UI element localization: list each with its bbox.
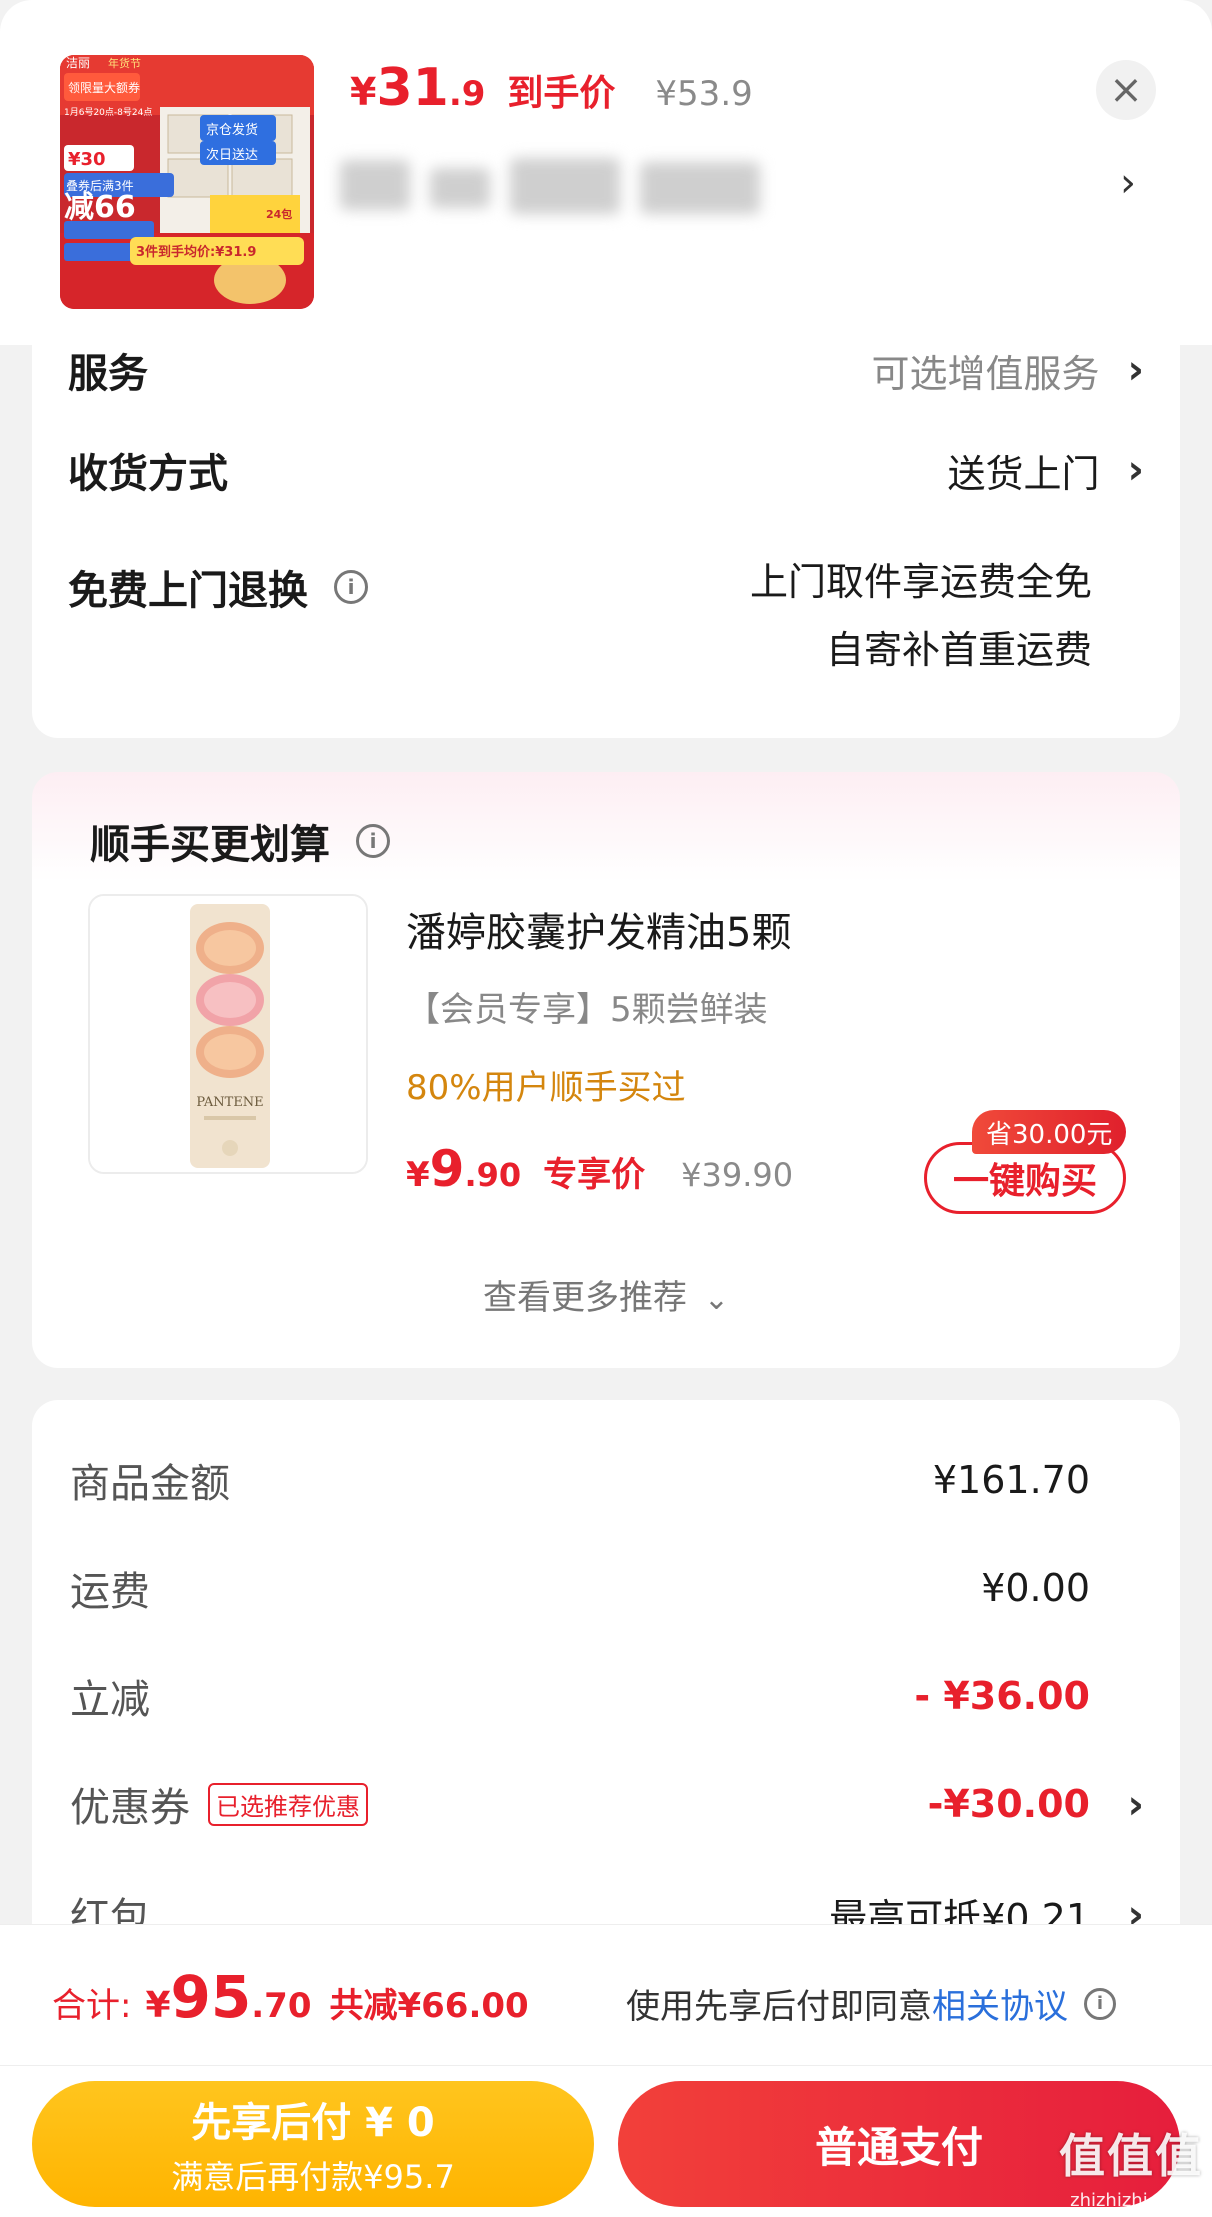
pay-later-subtitle: 满意后再付款¥95.7 bbox=[171, 2158, 455, 2196]
coupon-selected-chip: 已选推荐优惠 bbox=[208, 1782, 368, 1826]
total-currency: ¥ bbox=[145, 1985, 171, 2026]
price-integer: 31 bbox=[376, 58, 449, 118]
chevron-right-icon: › bbox=[1127, 347, 1144, 393]
service-value-text: 可选增值服务 bbox=[871, 351, 1100, 396]
thumb-reduce: 减66 bbox=[64, 190, 136, 225]
thumb-coupon: ¥30 bbox=[68, 149, 106, 170]
combo-product-tag: 【会员专享】5颗尝鲜装 bbox=[406, 990, 768, 1030]
pay-later-button[interactable]: 先享后付 ¥ 0 满意后再付款¥95.7 bbox=[32, 2081, 594, 2207]
spec-chevron-right-icon[interactable]: › bbox=[1120, 160, 1136, 206]
product-sheet: 洁丽 年货节 领限量大额券 1月6号20点-8号24点 ¥30 叠券后满3件 减… bbox=[0, 0, 1212, 345]
coupon-label-wrap: 优惠券 已选推荐优惠 bbox=[70, 1775, 368, 1833]
total-amount: 合计: ¥ 95 .70 共减¥66.00 bbox=[52, 1963, 529, 2031]
combo-title-text: 顺手买更划算 bbox=[90, 822, 330, 868]
combo-price-label: 专享价 bbox=[543, 1155, 646, 1195]
free-return-line2: 自寄补首重运费 bbox=[825, 628, 1092, 672]
checkout-bar: 合计: ¥ 95 .70 共减¥66.00 使用先享后付即同意 相关协议 i 先… bbox=[0, 1924, 1212, 2217]
product-price: ¥ 31 .9 到手价 ¥53.9 bbox=[350, 58, 753, 118]
site-watermark: 值值值 zhizhizhi.com bbox=[1056, 2120, 1206, 2211]
product-thumbnail[interactable]: 洁丽 年货节 领限量大额券 1月6号20点-8号24点 ¥30 叠券后满3件 减… bbox=[60, 55, 314, 309]
combo-title: 顺手买更划算 i bbox=[90, 812, 390, 870]
watermark-sub: zhizhizhi.com bbox=[1070, 2190, 1192, 2211]
service-label: 服务 bbox=[68, 351, 148, 397]
price-label: 到手价 bbox=[507, 73, 616, 114]
free-return-label: 免费上门退换 bbox=[68, 568, 308, 614]
thumb-jd-ship: 京仓发货 bbox=[206, 122, 258, 138]
pantene-brand: PANTENE bbox=[196, 1095, 263, 1110]
thumb-brand: 洁丽 bbox=[66, 56, 90, 70]
coupon-label: 优惠券 bbox=[70, 1785, 190, 1831]
delivery-method-label: 收货方式 bbox=[68, 451, 228, 497]
pantene-product-image: PANTENE bbox=[90, 896, 366, 1172]
total-integer: 95 bbox=[170, 1963, 252, 2031]
close-icon: × bbox=[1109, 67, 1143, 113]
price-decimal: .9 bbox=[448, 74, 486, 114]
free-return-label-wrap: 免费上门退换 i bbox=[68, 558, 368, 616]
total-label: 合计: bbox=[52, 1986, 132, 2026]
combo-card: 顺手买更划算 i PANTENE 潘婷胶囊护发精油5颗 【会员专享】5颗尝鲜装 … bbox=[32, 772, 1180, 1368]
agreement-text: 使用先享后付即同意 bbox=[626, 1987, 932, 2027]
combo-product-popularity: 80%用户顺手买过 bbox=[406, 1068, 686, 1108]
divider bbox=[0, 2065, 1212, 2066]
chevron-right-icon: › bbox=[1127, 447, 1144, 493]
agreement-line: 使用先享后付即同意 相关协议 i bbox=[626, 1979, 1116, 2028]
combo-original-price: ¥39.90 bbox=[681, 1156, 794, 1194]
delivery-method-text: 送货上门 bbox=[947, 451, 1100, 496]
combo-product-name[interactable]: 潘婷胶囊护发精油5颗 bbox=[406, 900, 791, 958]
service-row[interactable]: 服务 可选增值服务 › bbox=[68, 330, 1144, 410]
pay-later-title: 先享后付 ¥ 0 bbox=[191, 2100, 435, 2146]
combo-price-decimal: .90 bbox=[464, 1156, 522, 1194]
original-price: ¥53.9 bbox=[655, 74, 753, 114]
delivery-method-value: 送货上门 › bbox=[948, 443, 1145, 498]
shipping-value: ¥0.00 bbox=[981, 1566, 1090, 1610]
coupon-chevron-right-icon[interactable]: › bbox=[1128, 1782, 1144, 1828]
thumb-badge-top: 年货节 bbox=[108, 56, 141, 70]
thumb-next-day: 次日送达 bbox=[206, 147, 258, 163]
combo-price-currency: ¥ bbox=[406, 1155, 430, 1195]
thumb-promo-dates: 1月6号20点-8号24点 bbox=[64, 107, 152, 118]
free-return-line1: 上门取件享运费全免 bbox=[749, 560, 1092, 604]
combo-product-image[interactable]: PANTENE bbox=[88, 894, 368, 1174]
chevron-down-icon: ⌄ bbox=[703, 1282, 729, 1317]
goods-amount-value: ¥161.70 bbox=[932, 1458, 1090, 1502]
info-icon[interactable]: i bbox=[334, 570, 368, 604]
goods-amount-label: 商品金额 bbox=[70, 1461, 230, 1507]
summary-row-shipping: 运费 ¥0.00 bbox=[70, 1548, 1090, 1628]
thumb-bundle: 3件到手均价:¥31.9 bbox=[136, 244, 256, 260]
free-return-value: 上门取件享运费全免 自寄补首重运费 bbox=[750, 548, 1092, 684]
service-value: 可选增值服务 › bbox=[872, 343, 1145, 398]
free-return-row: 免费上门退换 i 上门取件享运费全免 自寄补首重运费 bbox=[68, 548, 1144, 698]
watermark-main: 值值值 bbox=[1059, 2129, 1203, 2183]
more-recommendations-text: 查看更多推荐 bbox=[483, 1278, 688, 1318]
agreement-link[interactable]: 相关协议 bbox=[932, 1979, 1068, 2028]
instant-discount-label: 立减 bbox=[70, 1677, 150, 1723]
total-decimal: .70 bbox=[251, 1986, 312, 2026]
save-badge: 省30.00元 bbox=[972, 1110, 1127, 1154]
instant-discount-value: - ¥36.00 bbox=[914, 1674, 1090, 1718]
thumb-count: 24包 bbox=[266, 207, 292, 221]
shipping-label: 运费 bbox=[70, 1569, 150, 1615]
more-recommendations-link[interactable]: 查看更多推荐 ⌄ bbox=[32, 1270, 1180, 1319]
combo-product-price: ¥ 9 .90 专享价 ¥39.90 bbox=[406, 1140, 793, 1198]
close-button[interactable]: × bbox=[1096, 60, 1156, 120]
price-currency: ¥ bbox=[350, 70, 377, 114]
total-saved: 共减¥66.00 bbox=[329, 1986, 529, 2026]
product-thumbnail-image: 洁丽 年货节 领限量大额券 1月6号20点-8号24点 ¥30 叠券后满3件 减… bbox=[60, 55, 314, 309]
info-icon[interactable]: i bbox=[1084, 1987, 1116, 2020]
summary-row-goods-amount: 商品金额 ¥161.70 bbox=[70, 1440, 1090, 1520]
info-icon[interactable]: i bbox=[356, 824, 390, 858]
thumb-promo1: 领限量大额券 bbox=[68, 80, 140, 95]
summary-row-instant-discount: 立减 - ¥36.00 bbox=[70, 1656, 1090, 1736]
delivery-method-row[interactable]: 收货方式 送货上门 › bbox=[68, 434, 1144, 506]
service-card: 服务 可选增值服务 › 收货方式 送货上门 › 免费上门退换 i 上门取件享运费… bbox=[32, 330, 1180, 738]
summary-row-coupon[interactable]: 优惠券 已选推荐优惠 -¥30.00 bbox=[70, 1764, 1090, 1844]
product-spec-blurred[interactable] bbox=[340, 150, 780, 220]
coupon-value: -¥30.00 bbox=[927, 1782, 1090, 1826]
combo-price-integer: 9 bbox=[429, 1140, 465, 1198]
